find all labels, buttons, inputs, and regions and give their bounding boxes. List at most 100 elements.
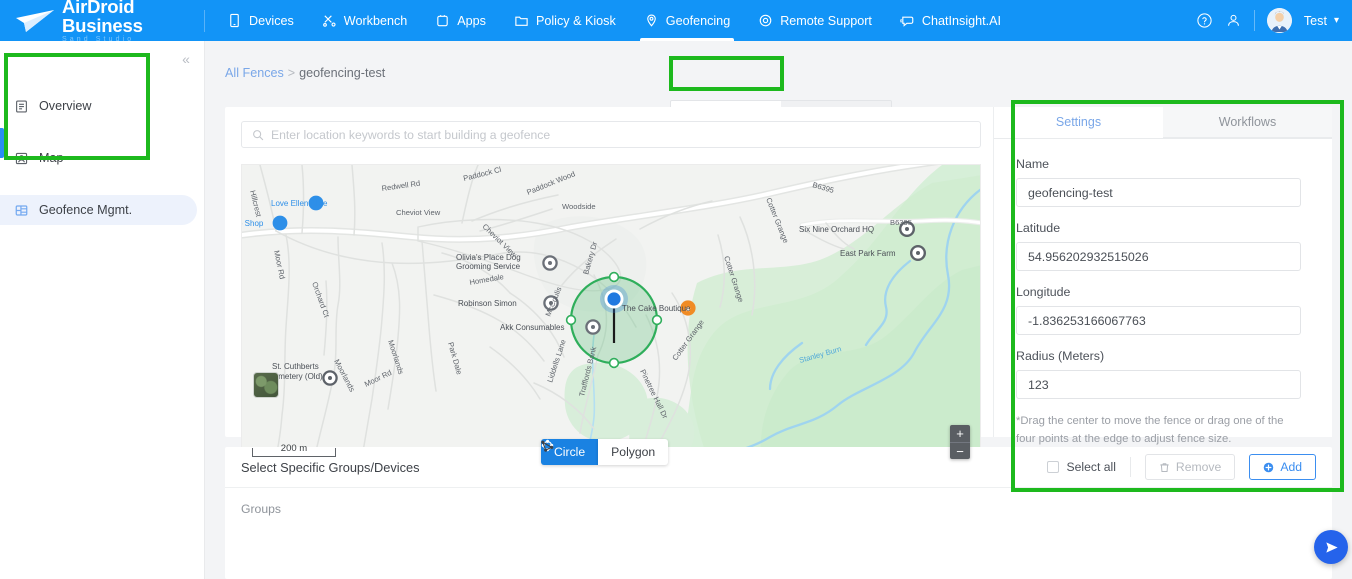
geofence-center-marker [607,292,621,306]
circle-tool-label: Circle [554,445,586,459]
svg-text:Robinson Simon: Robinson Simon [458,299,517,308]
radius-label: Radius (Meters) [1016,349,1105,363]
nav-label-geofencing: Geofencing [665,13,731,28]
sidebar-item-geofence-mgmt[interactable]: Geofence Mgmt. [0,195,197,225]
tab-workflows[interactable]: Workflows [1163,107,1332,138]
shape-tool-group: Circle Polygon [541,439,669,465]
groups-devices-actions: Select all Remove Add [1047,454,1316,480]
tools-icon [322,15,336,27]
add-button[interactable]: Add [1249,454,1316,480]
nav-divider [204,9,205,32]
nav-label-workbench: Workbench [343,13,408,28]
polygon-shape-icon [541,440,554,452]
name-label: Name [1016,157,1050,171]
map-canvas[interactable]: ★ Love Ellen Alice p Shop Redwell Rd Pad… [241,164,981,474]
map-zoom-controls: + − [950,425,970,459]
svg-text:p Shop: p Shop [242,219,264,228]
nav-item-apps[interactable]: Apps [421,0,500,41]
tab-settings[interactable]: Settings [994,107,1163,138]
nav-item-workbench[interactable]: Workbench [308,0,421,41]
svg-text:The Cake Boutique: The Cake Boutique [622,304,691,313]
tablet-icon [230,13,239,28]
location-pin-icon [646,14,656,27]
sidebar-items: Overview Map Geofence Mgmt. [0,91,205,247]
chevron-down-icon[interactable]: ▾ [1334,15,1339,26]
avatar[interactable] [1266,8,1292,33]
nav-label-devices: Devices [249,13,294,28]
nav-right-divider [1253,10,1255,31]
geofence-handle-south [608,357,620,369]
settings-form: Name Latitude Longitude Radius (Meters) … [994,139,1332,448]
nav-item-devices[interactable]: Devices [213,0,308,41]
breadcrumb: All Fences > geofencing-test [225,66,385,80]
remove-button[interactable]: Remove [1144,454,1236,480]
zoom-out-button[interactable]: − [950,442,970,459]
settings-panel: Settings Workflows Name Latitude Longitu… [993,107,1332,445]
svg-text:Woodside: Woodside [562,202,596,211]
groups-label: Groups [241,502,281,516]
question-circle-icon[interactable] [1196,12,1213,29]
feedback-fab-button[interactable] [1314,530,1348,564]
select-all-label: Select all [1066,460,1116,474]
brand-name: AirDroid Business [62,0,143,36]
groups-devices-title: Select Specific Groups/Devices [241,459,420,475]
breadcrumb-separator: > [287,66,296,80]
geofence-handle-west [565,314,577,326]
megaphone-icon[interactable] [1225,12,1242,29]
nav-item-chatinsight-ai[interactable]: ChatInsight.AI [886,0,1015,41]
brand-logo-area[interactable]: AirDroid Business Sand Studio [0,0,200,43]
map-scale-bar: 200 m [252,443,336,457]
sidebar-item-label-geofence-mgmt: Geofence Mgmt. [39,203,133,217]
svg-text:Cheviot View: Cheviot View [396,208,441,217]
nav-item-remote-support[interactable]: Remote Support [744,0,886,41]
send-plane-icon [1325,541,1338,553]
geofence-editor-card: ★ Love Ellen Alice p Shop Redwell Rd Pad… [225,107,1332,474]
map-search-box[interactable] [241,121,981,148]
svg-text:Olivia's Place Dog: Olivia's Place Dog [456,253,521,262]
nav-item-policy-kiosk[interactable]: Policy & Kiosk [500,0,630,41]
svg-text:B6395: B6395 [890,218,912,227]
name-field[interactable] [1016,178,1301,207]
geofence-handle-east [651,314,663,326]
zoom-in-button[interactable]: + [950,425,970,442]
top-navigation-bar: AirDroid Business Sand Studio Devices Wo… [0,0,1352,43]
map-render: ★ Love Ellen Alice p Shop Redwell Rd Pad… [242,165,980,473]
svg-text:Six Nine Orchard HQ: Six Nine Orchard HQ [799,225,874,234]
polygon-tool-label: Polygon [611,445,656,459]
longitude-label: Longitude [1016,285,1071,299]
svg-text:Grooming Service: Grooming Service [456,262,521,271]
polygon-tool-button[interactable]: Polygon [541,439,669,465]
map-street-view-thumbnail[interactable] [253,372,279,398]
select-all-control[interactable]: Select all [1047,460,1116,474]
nav-label-policy-kiosk: Policy & Kiosk [535,13,616,28]
nav-item-geofencing[interactable]: Geofencing [630,0,744,41]
longitude-field[interactable] [1016,306,1301,335]
groups-devices-card: Select Specific Groups/Devices Select al… [225,447,1332,579]
map-scale-label: 200 m [280,443,308,454]
grid-panels-icon [15,204,28,216]
double-chevron-left-icon[interactable]: « [176,49,196,69]
nav-label-chatinsight-ai: ChatInsight.AI [921,13,1002,28]
sidebar-item-map[interactable]: Map [0,143,205,173]
nav-items: Devices Workbench Apps Policy & Kiosk Ge… [213,0,1015,41]
drag-hint-text: *Drag the center to move the fence or dr… [1016,415,1284,445]
settings-panel-tabs: Settings Workflows [994,107,1332,139]
paper-plane-logo-icon [16,9,54,32]
apps-icon [437,15,449,27]
sidebar: « Overview Map Geofence Mgmt. [0,41,205,579]
sidebar-item-label-overview: Overview [39,99,92,113]
radius-field[interactable] [1016,370,1301,399]
sidebar-item-label-map: Map [39,151,64,165]
remove-label: Remove [1175,460,1222,474]
trash-icon [1160,462,1169,472]
breadcrumb-all-fences[interactable]: All Fences [225,66,284,80]
actions-divider [1129,457,1131,477]
latitude-field[interactable] [1016,242,1301,271]
sidebar-item-overview[interactable]: Overview [0,91,205,121]
map-search-input[interactable] [271,127,970,142]
map-pin-icon [15,152,28,164]
plus-circle-icon [1264,462,1274,472]
svg-text:East Park Farm: East Park Farm [840,249,896,258]
document-icon [16,100,27,113]
select-all-checkbox[interactable] [1047,461,1060,473]
